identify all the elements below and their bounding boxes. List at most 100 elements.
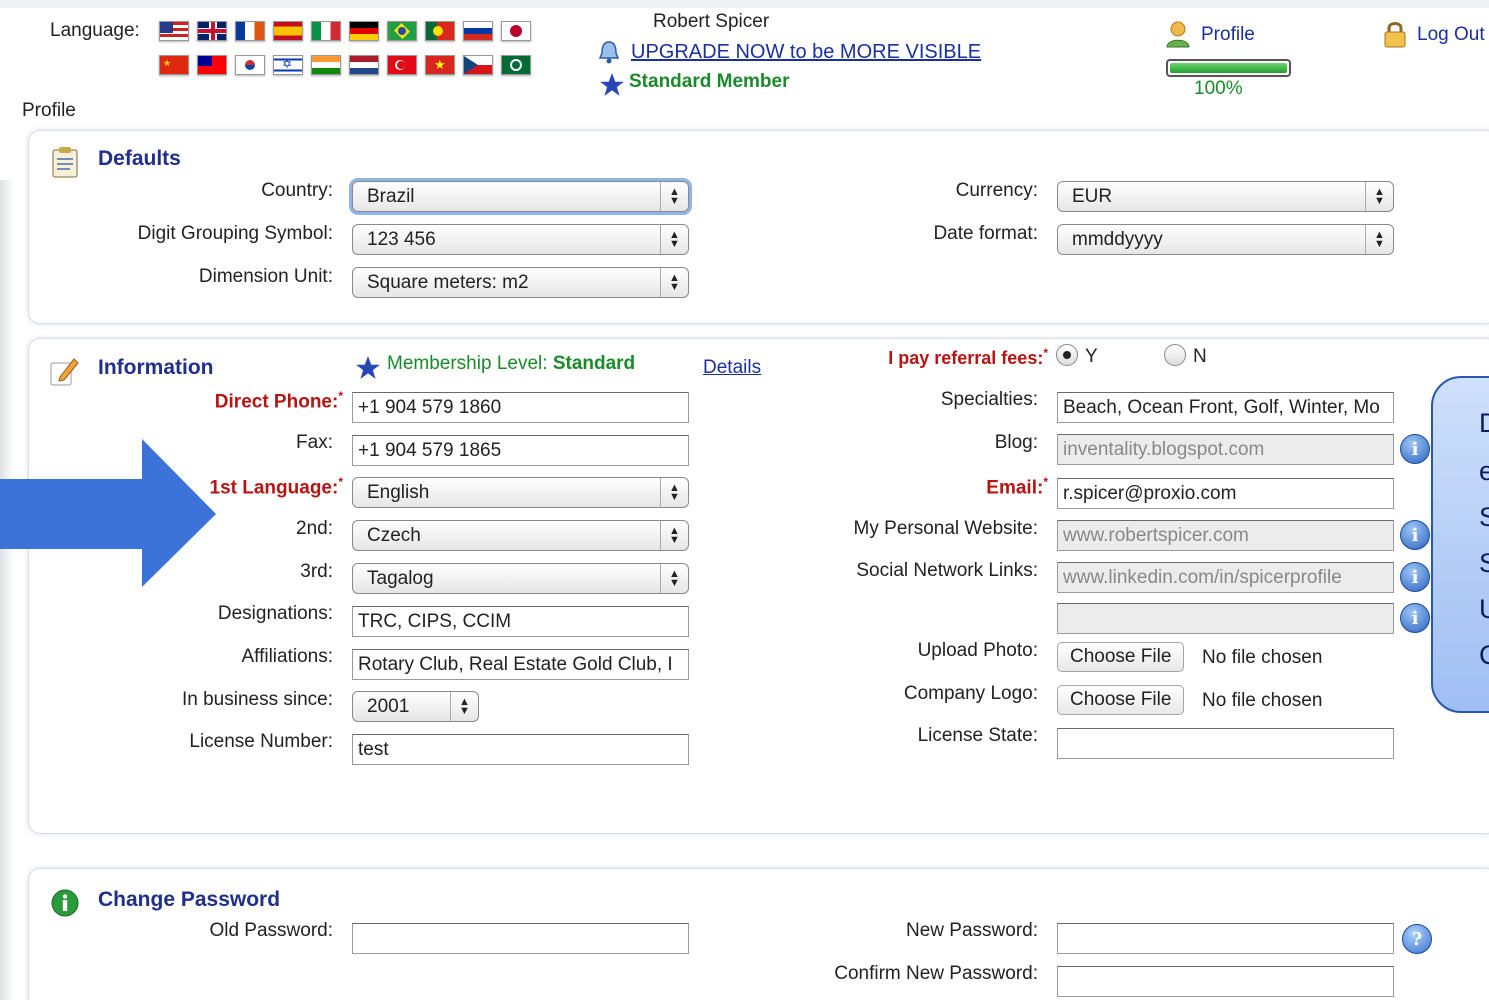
old-password-input[interactable]: [352, 923, 689, 954]
fax-label: Fax:: [296, 432, 333, 453]
referral-no-label: N: [1193, 346, 1207, 367]
flag-netherlands-icon[interactable]: [349, 55, 379, 75]
select-arrows-icon: ▲ ▼: [660, 268, 688, 297]
flag-czech-icon[interactable]: [463, 55, 493, 75]
flag-russia-icon[interactable]: [463, 21, 493, 41]
flag-uk-icon[interactable]: [197, 21, 227, 41]
annotation-arrow-icon: [0, 439, 216, 587]
star-icon: [600, 73, 624, 96]
dimension-unit-label: Dimension Unit:: [198, 266, 333, 287]
progress-percent: 100%: [1194, 78, 1243, 99]
direct-phone-label: Direct Phone:*: [214, 389, 343, 413]
social-link-input-1[interactable]: www.linkedin.com/in/spicerprofile: [1057, 562, 1394, 593]
first-language-select[interactable]: English ▲ ▼: [352, 477, 689, 508]
flag-india-icon[interactable]: [311, 55, 341, 75]
first-language-label: 1st Language:*: [209, 475, 343, 499]
lock-icon: [1384, 22, 1406, 48]
website-info-icon[interactable]: i: [1400, 520, 1430, 550]
callout-line-1: D: [1479, 408, 1489, 438]
upload-photo-label: Upload Photo:: [917, 640, 1038, 661]
social-link-input-2[interactable]: [1057, 603, 1394, 634]
password-help-icon[interactable]: ?: [1402, 924, 1432, 954]
new-password-label: New Password:: [906, 920, 1038, 941]
select-arrows-icon: ▲ ▼: [660, 521, 688, 550]
country-label: Country:: [261, 180, 333, 201]
social-links-label: Social Network Links:: [856, 560, 1038, 581]
second-language-label: 2nd:: [296, 518, 333, 539]
direct-phone-input[interactable]: +1 904 579 1860: [352, 392, 689, 423]
flag-saudi-arabia-icon[interactable]: [501, 55, 531, 75]
blog-input[interactable]: inventality.blogspot.com: [1057, 434, 1394, 465]
flag-germany-icon[interactable]: [349, 21, 379, 41]
profile-link[interactable]: Profile: [1201, 24, 1255, 46]
flag-japan-icon[interactable]: [501, 21, 531, 41]
license-number-input[interactable]: test: [352, 734, 689, 765]
company-logo-button[interactable]: Choose File: [1057, 685, 1185, 715]
third-language-select[interactable]: Tagalog ▲ ▼: [352, 563, 689, 594]
date-format-select[interactable]: mmddyyyy ▲ ▼: [1057, 224, 1394, 255]
callout-line-5: U: [1479, 594, 1489, 624]
company-logo-status: No file chosen: [1202, 690, 1323, 711]
profile-progress-bar: [1166, 59, 1291, 77]
flag-china-icon[interactable]: ★: [159, 55, 189, 75]
second-language-select[interactable]: Czech ▲ ▼: [352, 520, 689, 551]
callout-line-3: S: [1479, 502, 1489, 532]
country-select[interactable]: Brazil ▲ ▼: [352, 181, 689, 212]
business-since-select[interactable]: 2001 ▲ ▼: [352, 691, 479, 722]
flag-israel-icon[interactable]: ✡: [273, 55, 303, 75]
digit-grouping-select[interactable]: 123 456 ▲ ▼: [352, 224, 689, 255]
currency-select[interactable]: EUR ▲ ▼: [1057, 181, 1394, 212]
flag-spain-icon[interactable]: [273, 21, 303, 41]
specialties-label: Specialties:: [940, 389, 1038, 410]
license-state-label: License State:: [917, 725, 1038, 746]
fax-input[interactable]: +1 904 579 1865: [352, 435, 689, 466]
blog-info-icon[interactable]: i: [1400, 434, 1430, 464]
designations-input[interactable]: TRC, CIPS, CCIM: [352, 606, 689, 637]
member-status: Standard Member: [629, 71, 790, 92]
email-input[interactable]: r.spicer@proxio.com: [1057, 478, 1394, 509]
referral-no-radio[interactable]: [1164, 344, 1186, 366]
info-green-icon: [51, 889, 79, 917]
social-info-icon[interactable]: i: [1400, 562, 1430, 592]
third-language-label: 3rd:: [300, 561, 333, 582]
blog-label: Blog:: [994, 432, 1038, 453]
old-password-label: Old Password:: [209, 920, 333, 941]
upload-photo-status: No file chosen: [1202, 647, 1323, 668]
personal-website-input[interactable]: www.robertspicer.com: [1057, 520, 1394, 551]
email-label: Email:*: [986, 475, 1048, 499]
progress-fill: [1170, 63, 1287, 73]
social-2-info-icon[interactable]: i: [1400, 603, 1430, 633]
flag-us-icon[interactable]: [159, 21, 189, 41]
referral-yes-radio[interactable]: [1056, 344, 1078, 366]
new-password-input[interactable]: [1057, 923, 1394, 954]
user-icon: [1166, 21, 1190, 48]
callout-line-6: C: [1479, 640, 1489, 670]
digit-grouping-label: Digit Grouping Symbol:: [137, 223, 333, 244]
flag-italy-icon[interactable]: [311, 21, 341, 41]
referral-yes-label: Y: [1085, 346, 1098, 367]
currency-label: Currency:: [955, 180, 1038, 201]
select-arrows-icon: ▲ ▼: [1365, 225, 1393, 254]
specialties-input[interactable]: Beach, Ocean Front, Golf, Winter, Mo: [1057, 392, 1394, 423]
details-link[interactable]: Details: [703, 357, 761, 379]
flag-vietnam-icon[interactable]: ★: [425, 55, 455, 75]
flag-france-icon[interactable]: [235, 21, 265, 41]
upgrade-link[interactable]: UPGRADE NOW to be MORE VISIBLE: [631, 41, 981, 64]
confirm-password-input[interactable]: [1057, 966, 1394, 997]
affiliations-input[interactable]: Rotary Club, Real Estate Gold Club, I: [352, 649, 689, 680]
logout-link[interactable]: Log Out: [1417, 24, 1485, 46]
flag-brazil-icon[interactable]: [387, 21, 417, 41]
flag-portugal-icon[interactable]: [425, 21, 455, 41]
dimension-unit-select[interactable]: Square meters: m2 ▲ ▼: [352, 267, 689, 298]
license-state-input[interactable]: [1057, 728, 1394, 759]
upload-photo-button[interactable]: Choose File: [1057, 642, 1185, 672]
flag-korea-icon[interactable]: [235, 55, 265, 75]
left-shadow: [0, 180, 14, 1000]
designations-label: Designations:: [217, 603, 333, 624]
select-arrows-icon: ▲ ▼: [1365, 182, 1393, 211]
flag-turkey-icon[interactable]: [387, 55, 417, 75]
select-arrows-icon: ▲ ▼: [660, 478, 688, 507]
flag-taiwan-icon[interactable]: [197, 55, 227, 75]
affiliations-label: Affiliations:: [241, 646, 333, 667]
referral-fees-label: I pay referral fees:*: [888, 346, 1048, 368]
